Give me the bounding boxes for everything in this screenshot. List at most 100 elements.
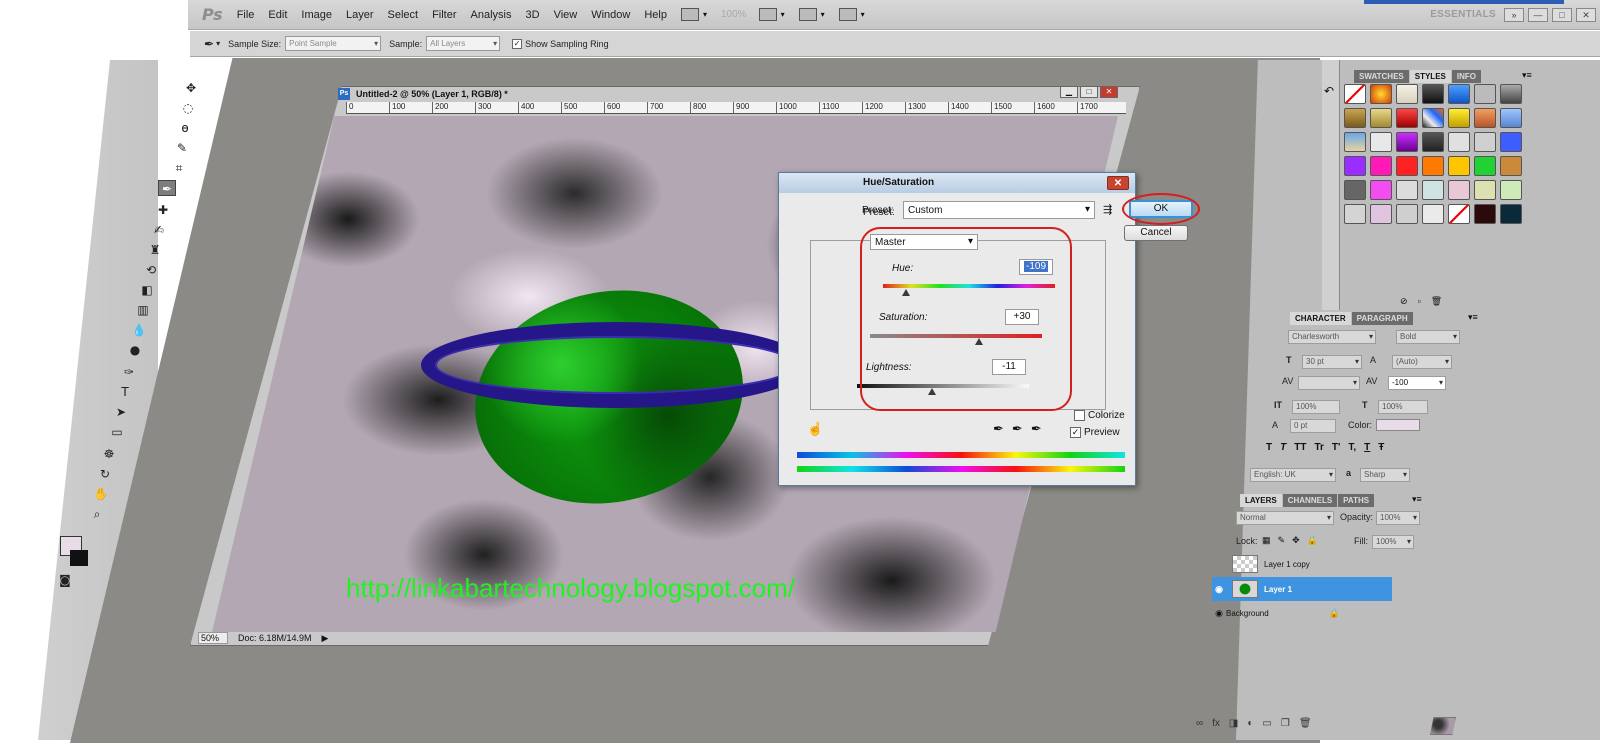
panel-menu-icon[interactable]: ▾≡ <box>1412 494 1422 505</box>
history-icon[interactable]: ↶ <box>1324 84 1334 98</box>
gradient-tool-icon[interactable]: ▥ <box>134 302 152 318</box>
clear-style-icon[interactable]: ⊘ <box>1400 296 1408 307</box>
dialog-close-button[interactable]: ✕ <box>1107 176 1129 190</box>
style-swatch[interactable] <box>1500 108 1522 128</box>
sample-size-select[interactable]: Point Sample <box>285 36 382 51</box>
pen-tool-icon[interactable]: ✑ <box>120 364 138 380</box>
eyedropper-minus-icon[interactable]: ✒ <box>1031 421 1042 437</box>
text-color-swatch[interactable] <box>1376 419 1420 431</box>
menu-select[interactable]: Select <box>388 9 419 21</box>
antialias-select[interactable]: Sharp <box>1360 468 1410 482</box>
cancel-button[interactable]: Cancel <box>1124 225 1188 241</box>
menu-window[interactable]: Window <box>591 9 630 21</box>
font-size-field[interactable]: 30 pt <box>1302 355 1362 369</box>
workspace-expand-button[interactable]: » <box>1504 7 1524 22</box>
menu-3d[interactable]: 3D <box>526 9 540 21</box>
lock-position-icon[interactable]: ✥ <box>1292 535 1300 546</box>
lock-all-icon[interactable]: 🔒 <box>1307 535 1318 546</box>
workspace-switcher[interactable]: ESSENTIALS <box>1430 9 1496 20</box>
tab-paths[interactable]: PATHS <box>1338 494 1375 507</box>
lock-transparent-icon[interactable]: ▦ <box>1262 535 1271 546</box>
quick-mask-icon[interactable]: ◙ <box>56 572 74 588</box>
eyedropper-tool-icon[interactable]: ✒ <box>204 37 214 51</box>
baseline-shift-field[interactable]: 0 pt <box>1290 419 1336 433</box>
new-layer-icon[interactable]: ❐ <box>1281 718 1290 729</box>
style-swatch[interactable] <box>1422 84 1444 104</box>
style-swatch[interactable] <box>1422 156 1444 176</box>
eyedropper-plus-icon[interactable]: ✒ <box>1012 421 1023 437</box>
panel-menu-icon[interactable]: ▾≡ <box>1468 312 1478 323</box>
screen-icon[interactable] <box>838 8 857 21</box>
zoom-level[interactable]: 100% <box>721 9 747 20</box>
style-swatch[interactable] <box>1344 132 1366 152</box>
close-window-button[interactable]: ✕ <box>1576 7 1596 22</box>
underline-button[interactable]: T <box>1364 442 1370 453</box>
tab-channels[interactable]: CHANNELS <box>1282 494 1338 507</box>
menu-filter[interactable]: Filter <box>432 9 456 21</box>
preset-select[interactable]: Custom <box>903 201 1095 219</box>
subscript-button[interactable]: T, <box>1348 442 1356 453</box>
chevron-down-icon[interactable]: ▾ <box>821 10 825 19</box>
move-tool-icon[interactable]: ✥ <box>182 80 200 96</box>
arrange-documents-icon[interactable] <box>798 8 817 21</box>
eyedropper-tool-icon[interactable]: ✒ <box>158 180 176 196</box>
style-swatch[interactable] <box>1422 204 1444 224</box>
layer-row[interactable]: ◉ Background 🔒 <box>1212 601 1456 735</box>
style-swatch[interactable] <box>1474 132 1496 152</box>
style-swatch[interactable] <box>1500 84 1522 104</box>
dodge-tool-icon[interactable]: ● <box>126 342 144 358</box>
menu-layer[interactable]: Layer <box>346 9 374 21</box>
restore-button[interactable]: □ <box>1552 7 1572 22</box>
marquee-tool-icon[interactable]: ◌ <box>179 100 197 116</box>
screen-mode-icon[interactable] <box>680 8 699 21</box>
style-swatch[interactable] <box>1422 180 1444 200</box>
eraser-tool-icon[interactable]: ◧ <box>138 282 156 298</box>
layer-style-icon[interactable]: fx <box>1212 718 1220 729</box>
fill-field[interactable]: 100% <box>1372 535 1414 549</box>
menu-analysis[interactable]: Analysis <box>471 9 512 21</box>
visibility-eye-icon[interactable]: ◉ <box>1212 608 1226 619</box>
panel-menu-icon[interactable]: ▾≡ <box>1522 70 1532 81</box>
style-swatch[interactable] <box>1422 108 1444 128</box>
style-swatch[interactable] <box>1370 84 1392 104</box>
style-swatch[interactable] <box>1500 204 1522 224</box>
opacity-field[interactable]: 100% <box>1376 511 1420 525</box>
style-swatch[interactable] <box>1448 156 1470 176</box>
style-swatch[interactable] <box>1370 204 1392 224</box>
style-swatch[interactable] <box>1396 84 1418 104</box>
style-swatch[interactable] <box>1396 156 1418 176</box>
menu-file[interactable]: File <box>237 9 255 21</box>
menu-view[interactable]: View <box>554 9 578 21</box>
style-swatch[interactable] <box>1474 108 1496 128</box>
delete-layer-icon[interactable]: 🗑 <box>1299 718 1312 729</box>
style-swatch[interactable] <box>1500 132 1522 152</box>
new-group-icon[interactable]: ▭ <box>1262 718 1271 729</box>
style-swatch[interactable] <box>1344 108 1366 128</box>
brush-tool-icon[interactable]: ✍ <box>150 222 168 238</box>
tab-swatches[interactable]: SWATCHES <box>1354 70 1409 83</box>
doc-maximize-button[interactable]: □ <box>1080 86 1098 98</box>
show-sampling-ring-checkbox[interactable]: ✓ <box>512 38 523 49</box>
style-swatch[interactable] <box>1396 108 1418 128</box>
preview-checkbox[interactable]: ✓ <box>1070 427 1081 438</box>
adjustment-layer-icon[interactable]: ◐ <box>1247 718 1253 729</box>
preview-option[interactable]: ✓ Preview <box>1070 427 1120 438</box>
document-title[interactable]: Untitled-2 @ 50% (Layer 1, RGB/8) * <box>356 89 508 99</box>
font-family-select[interactable]: Charlesworth <box>1288 330 1376 344</box>
style-swatch[interactable] <box>1344 180 1366 200</box>
layer-row-selected[interactable]: ◉ Layer 1 <box>1212 577 1392 601</box>
lock-image-icon[interactable]: ✎ <box>1278 535 1286 546</box>
zoom-tool-icon[interactable]: ⌕ <box>88 506 106 522</box>
style-swatch[interactable] <box>1500 180 1522 200</box>
blend-mode-select[interactable]: Normal <box>1236 511 1334 525</box>
chevron-down-icon[interactable]: ▾ <box>216 39 220 48</box>
style-swatch[interactable] <box>1344 156 1366 176</box>
minimize-button[interactable]: — <box>1528 7 1548 22</box>
language-select[interactable]: English: UK <box>1250 468 1336 482</box>
style-swatch[interactable] <box>1500 156 1522 176</box>
tab-styles[interactable]: STYLES <box>1409 70 1451 83</box>
view-extras-icon[interactable] <box>758 8 777 21</box>
style-swatch[interactable] <box>1344 84 1366 104</box>
new-style-icon[interactable]: ▫ <box>1418 296 1421 307</box>
eyedropper-icon[interactable]: ✒ <box>993 421 1004 437</box>
